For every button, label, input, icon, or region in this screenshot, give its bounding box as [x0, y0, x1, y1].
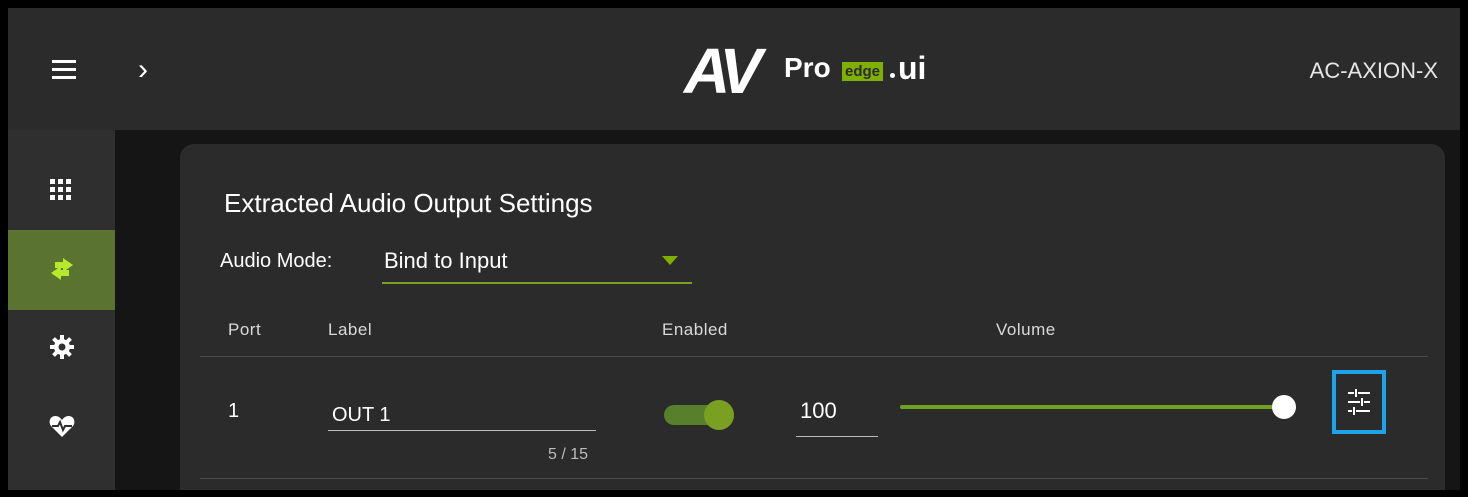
sidebar	[8, 130, 115, 490]
audio-mode-value: Bind to Input	[384, 248, 508, 273]
chevron-right-icon[interactable]: ›	[138, 53, 148, 87]
column-header-port: Port	[228, 320, 262, 339]
volume-slider[interactable]	[900, 392, 1300, 422]
volume-value: 100	[800, 398, 837, 423]
toggle-thumb	[704, 400, 734, 430]
sidebar-item-dashboard[interactable]	[8, 152, 115, 232]
routing-arrows-icon	[51, 258, 73, 280]
label-input[interactable]: OUT 1	[328, 394, 596, 431]
column-header-enabled: Enabled	[662, 320, 728, 339]
app-frame: › AV Pro edge ui AC-AXION-X Extracted Au…	[8, 8, 1460, 490]
avpro-edge-ui-logo: AV Pro edge ui	[684, 36, 974, 106]
enabled-toggle[interactable]	[664, 400, 736, 430]
caret-down-icon	[662, 256, 678, 265]
hamburger-icon[interactable]	[52, 60, 76, 80]
audio-mode-label: Audio Mode:	[220, 250, 333, 272]
volume-input[interactable]: 100	[796, 392, 878, 437]
app-header: › AV Pro edge ui AC-AXION-X	[8, 8, 1460, 130]
logo-av: AV	[684, 35, 762, 107]
logo-edge: edge	[842, 62, 884, 81]
port-number: 1	[228, 400, 240, 422]
row-divider	[200, 478, 1428, 479]
sidebar-item-routing[interactable]	[8, 230, 115, 310]
audio-mode-select[interactable]: Bind to Input	[382, 240, 692, 284]
header-divider	[200, 356, 1428, 357]
sidebar-item-health[interactable]	[8, 392, 115, 472]
sidebar-item-settings[interactable]	[8, 310, 115, 390]
volume-slider-fill	[900, 405, 1284, 409]
grid-icon	[50, 179, 71, 200]
logo-pro: Pro	[784, 52, 831, 83]
gear-icon	[50, 335, 74, 359]
logo-ui: ui	[898, 50, 927, 86]
audio-output-card: Extracted Audio Output Settings Audio Mo…	[180, 144, 1445, 490]
logo-dot	[890, 73, 895, 78]
column-header-volume: Volume	[996, 320, 1056, 339]
volume-slider-thumb[interactable]	[1272, 395, 1296, 419]
card-title: Extracted Audio Output Settings	[224, 188, 593, 218]
column-header-label: Label	[328, 320, 373, 339]
device-name: AC-AXION-X	[1309, 58, 1438, 83]
label-value: OUT 1	[332, 404, 391, 426]
health-heart-icon	[49, 416, 75, 437]
audio-adjust-button[interactable]	[1332, 370, 1386, 434]
sliders-adjust-icon	[1348, 389, 1370, 415]
label-char-counter: 5 / 15	[548, 446, 589, 463]
